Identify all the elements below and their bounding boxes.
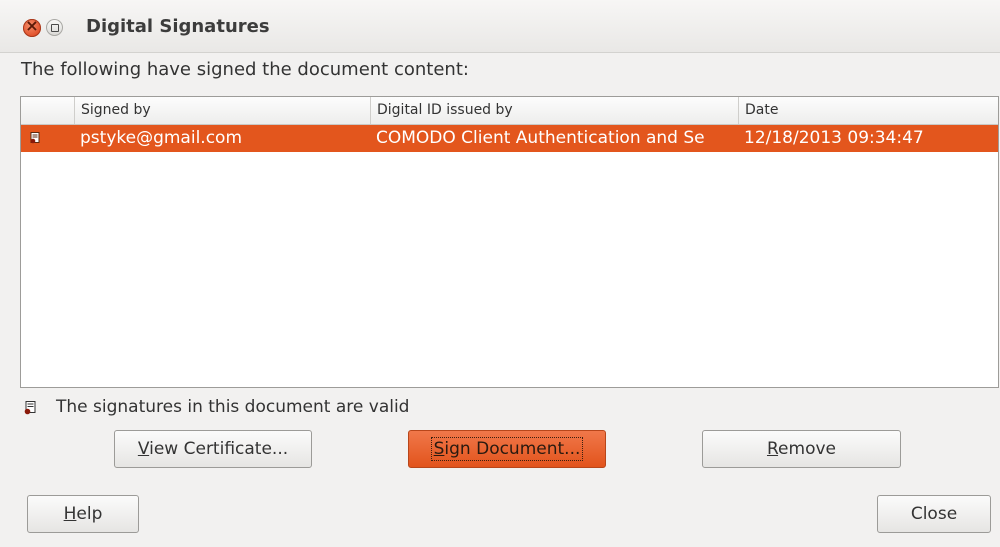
sign-document-label: ign Document... xyxy=(444,439,581,459)
signers-heading: The following have signed the document c… xyxy=(21,59,469,80)
close-button[interactable]: Close xyxy=(877,495,991,533)
view-certificate-label: iew Certificate... xyxy=(149,439,289,459)
remove-button[interactable]: Remove xyxy=(702,430,901,468)
column-header-issued-by[interactable]: Digital ID issued by xyxy=(370,97,738,124)
signatures-table[interactable]: Signed by Digital ID issued by Date psty… xyxy=(20,96,999,388)
column-header-signed-by[interactable]: Signed by xyxy=(74,97,370,124)
help-label: elp xyxy=(76,504,103,524)
title-bar: Digital Signatures xyxy=(0,0,1000,53)
table-row[interactable]: pstyke@gmail.com COMODO Client Authentic… xyxy=(21,125,998,152)
cell-date: 12/18/2013 09:34:47 xyxy=(744,128,924,148)
sign-document-button[interactable]: Sign Document... xyxy=(408,430,606,468)
help-button[interactable]: Help xyxy=(27,495,139,533)
close-window-icon[interactable] xyxy=(23,16,41,37)
view-certificate-button[interactable]: View Certificate... xyxy=(114,430,312,468)
window-title: Digital Signatures xyxy=(86,16,270,37)
cell-issued-by: COMODO Client Authentication and Se xyxy=(376,128,705,148)
signature-valid-icon xyxy=(24,401,36,415)
focus-ring: Sign Document... xyxy=(430,437,584,461)
signature-certificate-icon xyxy=(30,132,40,144)
table-header: Signed by Digital ID issued by Date xyxy=(21,97,998,125)
remove-accel: R xyxy=(766,439,779,459)
view-certificate-accel: V xyxy=(137,439,150,459)
remove-label: emove xyxy=(778,439,836,459)
help-accel: H xyxy=(63,504,77,524)
column-header-date[interactable]: Date xyxy=(738,97,998,124)
sign-document-accel: S xyxy=(433,439,445,459)
cell-signed-by: pstyke@gmail.com xyxy=(80,128,242,148)
column-header-icon[interactable] xyxy=(21,97,74,124)
signature-status-text: The signatures in this document are vali… xyxy=(56,397,410,417)
maximize-window-icon[interactable] xyxy=(46,19,63,36)
